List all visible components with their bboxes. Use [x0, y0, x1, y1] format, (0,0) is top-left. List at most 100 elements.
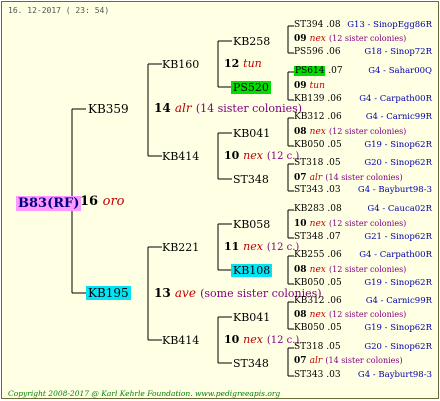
gen3-info-8: 07 alr (14 sister colonies) [294, 357, 403, 366]
footer-copyright: Copyright 2008-2017 @ Karl Kehrle Founda… [8, 389, 281, 398]
gen4-queen-10[interactable]: ST348 .07 [294, 233, 341, 242]
gen2-info-4: 10 nex (12 c.) [224, 334, 299, 346]
gen3-sisters-6: (12 sister colonies) [329, 265, 407, 274]
gen3-sisters-4: (14 sister colonies) [325, 173, 403, 182]
gen2-queen-2[interactable]: KB414 [162, 151, 199, 162]
gen3-type-8: alr [309, 356, 323, 366]
gen4-queen-2[interactable]: PS596 .06 [294, 48, 341, 57]
root-number: 16 [80, 194, 99, 209]
root-type: oro [102, 194, 125, 209]
gen3-queen-3[interactable]: KB041 [233, 128, 270, 139]
gen4-queen-12[interactable]: KB050 .05 [294, 279, 342, 288]
gen4-queen-16[interactable]: ST343 .03 [294, 371, 341, 380]
gen3-num-7: 08 [294, 310, 307, 320]
gen3-info-1: 09 nex (12 sister colonies) [294, 35, 406, 44]
gen2-info-3: 11 nex (12 c.) [224, 241, 299, 253]
gen4-loc-13: G4 - Carnic99R [365, 296, 432, 306]
gen4-loc-1: G13 - SinopEgg86R [347, 20, 432, 30]
gen4-queen-5[interactable]: KB312 .06 [294, 113, 342, 122]
gen2-type-4: nex [243, 333, 263, 346]
gen1-type-2: ave [174, 286, 196, 300]
gen4-loc-10: G21 - Sinop62R [364, 232, 432, 242]
gen3-num-5: 10 [294, 219, 307, 229]
gen1-sisters-1: (14 sister colonies) [195, 102, 303, 115]
gen2-num-3: 11 [224, 240, 240, 253]
gen3-info-6: 08 nex (12 sister colonies) [294, 266, 406, 275]
gen3-info-3: 08 nex (12 sister colonies) [294, 128, 406, 137]
gen1-queen-1[interactable]: KB359 [88, 103, 129, 115]
root-queen[interactable]: B83(RF) [16, 196, 82, 211]
gen1-queen-2[interactable]: KB195 [86, 286, 131, 300]
gen2-queen-1[interactable]: KB160 [162, 59, 199, 70]
gen3-type-2: tun [309, 81, 325, 91]
gen2-queen-4[interactable]: KB414 [162, 335, 199, 346]
gen3-sisters-7: (12 sister colonies) [329, 310, 407, 319]
gen2-type-1: tun [243, 57, 262, 70]
gen3-sisters-8: (14 sister colonies) [325, 356, 403, 365]
gen4-loc-4: G4 - Carpath00R [359, 94, 432, 104]
gen3-num-4: 07 [294, 173, 307, 183]
gen3-type-5: nex [309, 219, 326, 229]
gen4-loc-11: G4 - Carpath00R [359, 250, 432, 260]
gen1-num-2: 13 [154, 286, 171, 300]
gen3-queen-8[interactable]: ST348 [233, 358, 269, 369]
gen3-info-4: 07 alr (14 sister colonies) [294, 174, 403, 183]
gen3-queen-6[interactable]: KB108 [231, 264, 273, 277]
gen1-type-1: alr [174, 101, 192, 115]
gen4-loc-5: G4 - Carnic99R [365, 112, 432, 122]
gen4-loc-16: G4 - Bayburt98-3 [357, 370, 432, 380]
gen4-loc-9: G4 - Cauca02R [367, 204, 432, 214]
gen3-type-1: nex [309, 34, 326, 44]
gen4-loc-2: G18 - Sinop72R [364, 47, 432, 57]
gen4-queen-3[interactable]: PS614 .07 [294, 66, 343, 76]
gen2-num-1: 12 [224, 57, 240, 70]
gen4-queen-14[interactable]: KB050 .05 [294, 324, 342, 333]
gen4-queen-7[interactable]: ST318 .05 [294, 159, 341, 168]
gen2-queen-3[interactable]: KB221 [162, 242, 199, 253]
gen3-queen-2[interactable]: PS520 [231, 81, 271, 94]
gen3-type-6: nex [309, 265, 326, 275]
gen2-info-2: 10 nex (12 c.) [224, 150, 299, 162]
date-stamp: 16. 12-2017 ( 23: 54) [8, 6, 110, 15]
gen3-type-4: alr [309, 173, 323, 183]
gen2-info-1: 12 tun [224, 58, 262, 69]
gen4-loc-3: G4 - Sahar00Q [368, 66, 432, 76]
root-info: 16 oro [80, 195, 125, 208]
gen2-num-4: 10 [224, 333, 240, 346]
gen3-queen-5[interactable]: KB058 [233, 219, 270, 230]
gen4-queen-4[interactable]: KB139 .06 [294, 95, 342, 104]
gen4-queen-13[interactable]: KB312 .06 [294, 297, 342, 306]
gen4-queen-9[interactable]: KB283 .08 [294, 205, 342, 214]
gen3-info-2: 09 tun [294, 82, 325, 91]
gen3-queen-4[interactable]: ST348 [233, 174, 269, 185]
gen4-loc-6: G19 - Sinop62R [364, 140, 432, 150]
gen1-num-1: 14 [154, 101, 171, 115]
pedigree-frame: { "date": "16. 12-2017 ( 23: 54)", "root… [1, 1, 439, 399]
gen3-info-5: 10 nex (12 sister colonies) [294, 220, 406, 229]
gen2-num-2: 10 [224, 149, 240, 162]
gen3-num-6: 08 [294, 265, 307, 275]
gen4-loc-8: G4 - Bayburt98-3 [357, 185, 432, 195]
gen3-info-7: 08 nex (12 sister colonies) [294, 311, 406, 320]
gen3-sisters-1: (12 sister colonies) [329, 34, 407, 43]
gen4-queen-8[interactable]: ST343 .03 [294, 186, 341, 195]
gen4-queen-1[interactable]: ST394 .08 [294, 21, 341, 30]
gen4-queen-15[interactable]: ST318 .05 [294, 343, 341, 352]
gen3-sisters-5: (12 sister colonies) [329, 219, 407, 228]
gen4-loc-15: G20 - Sinop62R [364, 342, 432, 352]
gen3-num-8: 07 [294, 356, 307, 366]
gen1-info-1: 14 alr (14 sister colonies) [154, 102, 302, 114]
gen2-type-2: nex [243, 149, 263, 162]
gen4-queen-11[interactable]: KB255 .06 [294, 251, 342, 260]
gen3-type-3: nex [309, 127, 326, 137]
gen3-num-3: 08 [294, 127, 307, 137]
gen3-type-7: nex [309, 310, 326, 320]
gen3-queen-7[interactable]: KB041 [233, 312, 270, 323]
gen4-loc-14: G19 - Sinop62R [364, 323, 432, 333]
gen3-queen-1[interactable]: KB258 [233, 36, 270, 47]
gen4-queen-6[interactable]: KB050 .05 [294, 141, 342, 150]
gen3-num-1: 09 [294, 34, 307, 44]
gen4-loc-12: G19 - Sinop62R [364, 278, 432, 288]
gen3-num-2: 09 [294, 81, 307, 91]
gen4-loc-7: G20 - Sinop62R [364, 158, 432, 168]
